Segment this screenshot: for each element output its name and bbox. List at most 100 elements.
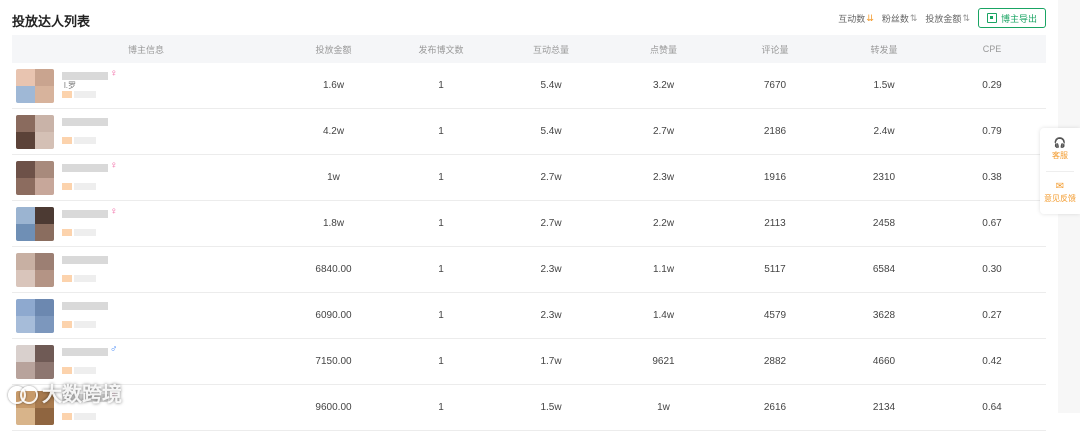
table-row[interactable]: ♂ 7150.00 1 1.7w 9621 2882 4660 0.42 (12, 338, 1046, 385)
interactions-cell: 2.7w (495, 154, 607, 201)
owner-cell: ♀ (12, 154, 280, 201)
avatar[interactable] (16, 344, 54, 379)
amount-cell: 1.6w (280, 63, 387, 109)
blurred-tag (62, 182, 72, 190)
owner-info[interactable]: ♀ (16, 205, 279, 241)
sort-desc-icon: ⇊ (866, 12, 874, 23)
blurred-tag (74, 412, 96, 420)
avatar[interactable] (16, 160, 54, 195)
blurred-tag (74, 228, 96, 236)
side-label: 意见反馈 (1044, 194, 1076, 203)
interactions-cell: 2.3w (495, 246, 607, 293)
comments-cell: 1916 (720, 154, 830, 201)
blurred-name (62, 347, 108, 356)
blurred-name (62, 209, 108, 218)
posts-cell: 1 (387, 246, 495, 293)
likes-cell: 2.7w (607, 108, 720, 155)
cpe-cell: 0.42 (938, 338, 1046, 385)
column-header[interactable]: 投放金额 (280, 35, 387, 63)
sort-by-amount[interactable]: 投放金额 ⇅ (925, 12, 970, 25)
header: 投放达人列表 互动数 ⇊ 粉丝数 ⇅ 投放金额 ⇅ 博主导出 (12, 8, 1046, 30)
table-row[interactable]: 6090.00 1 2.3w 1.4w 4579 3628 0.27 (12, 292, 1046, 339)
blurred-name (62, 255, 108, 264)
sort-label: 互动数 (838, 13, 866, 24)
amount-cell: 6090.00 (280, 292, 387, 339)
comments-cell: 2882 (720, 338, 830, 385)
customer-service-button[interactable]: 🎧 客服 (1040, 138, 1080, 161)
column-header[interactable]: 博主信息 (12, 35, 280, 63)
sort-controls: 互动数 ⇊ 粉丝数 ⇅ 投放金额 ⇅ 博主导出 (838, 8, 1046, 28)
owner-details: ♂ (62, 343, 122, 379)
column-header[interactable]: 点赞量 (607, 35, 720, 63)
table-row[interactable]: ♀ 9600.00 1 1.5w 1w 2616 2134 0.64 (12, 384, 1046, 431)
shares-cell: 4660 (830, 338, 938, 385)
avatar[interactable] (16, 298, 54, 333)
likes-cell: 2.3w (607, 154, 720, 201)
comments-cell: 2616 (720, 384, 830, 431)
shares-cell: 6584 (830, 246, 938, 293)
gender-icon: ♂ (110, 343, 118, 355)
comments-cell: 2186 (720, 108, 830, 155)
watermark: 大数跨境 (8, 378, 122, 407)
blurred-tag (62, 90, 72, 98)
avatar[interactable] (16, 252, 54, 287)
watermark-text: 大数跨境 (42, 384, 122, 406)
table-row[interactable]: 6840.00 1 2.3w 1.1w 5117 6584 0.30 (12, 246, 1046, 293)
owner-info[interactable]: ♂ (16, 343, 279, 379)
gender-icon: ♀ (110, 159, 118, 171)
owner-info[interactable] (16, 114, 279, 149)
owner-details (62, 299, 122, 333)
headset-icon: 🎧 (1053, 138, 1067, 149)
sort-by-fans[interactable]: 粉丝数 ⇅ (882, 12, 918, 25)
blurred-tag (62, 366, 72, 374)
sort-icon: ⇅ (909, 12, 918, 23)
blurred-name (62, 163, 108, 172)
side-label: 客服 (1052, 151, 1068, 160)
gender-icon: ♀ (110, 67, 118, 79)
column-header[interactable]: CPE (938, 35, 1046, 63)
owner-info[interactable]: ♀ (16, 159, 279, 195)
column-header[interactable]: 发布博文数 (387, 35, 495, 63)
blurred-tag (62, 320, 72, 328)
feedback-button[interactable]: ✉ 意见反馈 (1040, 181, 1080, 204)
likes-cell: 1w (607, 384, 720, 431)
table-row[interactable]: ♀ 1w 1 2.7w 2.3w 1916 2310 0.38 (12, 154, 1046, 201)
feedback-icon: ✉ (1055, 181, 1065, 192)
page: 投放达人列表 互动数 ⇊ 粉丝数 ⇅ 投放金额 ⇅ 博主导出 博主信息 投放金额… (0, 0, 1058, 431)
comments-cell: 2113 (720, 200, 830, 247)
interactions-cell: 1.5w (495, 384, 607, 431)
blurred-name (62, 301, 108, 310)
amount-cell: 1.8w (280, 200, 387, 247)
posts-cell: 1 (387, 154, 495, 201)
owner-cell: ♀ (12, 200, 280, 247)
owner-info[interactable] (16, 298, 279, 333)
column-header[interactable]: 评论量 (720, 35, 830, 63)
blurred-name (62, 71, 108, 80)
comments-cell: 7670 (720, 63, 830, 109)
interactions-cell: 5.4w (495, 108, 607, 155)
avatar[interactable] (16, 68, 54, 103)
shares-cell: 2134 (830, 384, 938, 431)
table-row[interactable]: ♀ 1.8w 1 2.7w 2.2w 2113 2458 0.67 (12, 200, 1046, 247)
column-header[interactable]: 互动总量 (495, 35, 607, 63)
cpe-cell: 0.67 (938, 200, 1046, 247)
sort-by-interactions[interactable]: 互动数 ⇊ (838, 12, 874, 25)
owner-details (62, 253, 122, 287)
blurred-tag (62, 274, 72, 282)
blurred-tag (74, 182, 96, 190)
avatar[interactable] (16, 114, 54, 149)
shares-cell: 1.5w (830, 63, 938, 109)
owner-info[interactable]: ♀ l.罗 (16, 67, 279, 103)
owner-info[interactable] (16, 252, 279, 287)
export-button[interactable]: 博主导出 (977, 8, 1046, 28)
table-row[interactable]: ♀ l.罗 1.6w 1 5.4w 3.2w 7670 1.5w 0.29 (12, 63, 1046, 109)
gender-icon: ♀ (110, 205, 118, 217)
amount-cell: 9600.00 (280, 384, 387, 431)
posts-cell: 1 (387, 200, 495, 247)
table-row[interactable]: 4.2w 1 5.4w 2.7w 2186 2.4w 0.79 (12, 108, 1046, 155)
column-header[interactable]: 转发量 (830, 35, 938, 63)
interactions-cell: 1.7w (495, 338, 607, 385)
shares-cell: 2458 (830, 200, 938, 247)
avatar[interactable] (16, 206, 54, 241)
owner-details: ♀ (62, 159, 122, 195)
